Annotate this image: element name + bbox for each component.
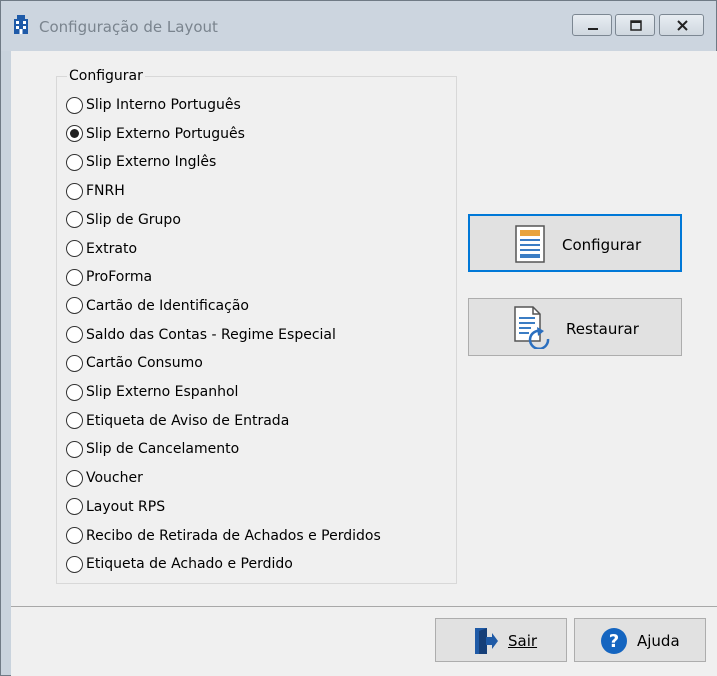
- minimize-icon: [588, 28, 598, 30]
- radio-option[interactable]: Slip Interno Português: [66, 93, 241, 117]
- radio-button[interactable]: [66, 125, 83, 143]
- group-title: Configurar: [67, 68, 145, 84]
- footer-divider: [11, 606, 717, 607]
- radio-label: Voucher: [86, 470, 143, 487]
- radio-option[interactable]: Etiqueta de Aviso de Entrada: [66, 409, 289, 433]
- radio-option[interactable]: Etiqueta de Achado e Perdido: [66, 552, 293, 576]
- radio-label: Cartão de Identificação: [86, 297, 249, 314]
- radio-option[interactable]: ProForma: [66, 265, 152, 289]
- exit-door-icon: [475, 628, 498, 654]
- radio-label: Etiqueta de Achado e Perdido: [86, 556, 293, 573]
- svg-text:?: ?: [609, 631, 619, 652]
- radio-option[interactable]: Slip de Cancelamento: [66, 437, 239, 461]
- help-button-label: Ajuda: [637, 632, 680, 650]
- radio-button[interactable]: [66, 268, 83, 286]
- document-restore-icon: [514, 306, 550, 349]
- radio-button[interactable]: [66, 240, 83, 257]
- radio-label: Slip Externo Português: [86, 125, 245, 142]
- radio-label: Slip Externo Espanhol: [86, 384, 239, 400]
- configure-button[interactable]: Configurar: [468, 214, 682, 272]
- restore-button[interactable]: Restaurar: [468, 298, 682, 356]
- radio-button[interactable]: [66, 211, 83, 229]
- exit-button-label: Sair: [508, 632, 538, 650]
- exit-button[interactable]: Sair: [435, 618, 567, 662]
- radio-option[interactable]: Saldo das Contas - Regime Especial: [66, 323, 336, 347]
- radio-option[interactable]: Layout RPS: [66, 495, 165, 519]
- configuracao-layout-window: Configuração de Layout Configurar Slip I…: [0, 0, 717, 676]
- maximize-icon: [630, 20, 642, 31]
- radio-label: Extrato: [86, 240, 138, 257]
- minimize-button[interactable]: [572, 14, 612, 36]
- close-icon: [677, 20, 688, 31]
- radio-option[interactable]: Voucher: [66, 466, 143, 490]
- radio-option[interactable]: Slip Externo Espanhol: [66, 380, 238, 404]
- radio-option[interactable]: Slip Externo Inglês: [66, 150, 216, 174]
- radio-option[interactable]: Slip Externo Português: [66, 122, 245, 146]
- radio-label: Etiqueta de Aviso de Entrada: [86, 412, 290, 429]
- radio-button[interactable]: [66, 412, 83, 430]
- radio-button[interactable]: [66, 182, 83, 200]
- radio-option[interactable]: Slip de Grupo: [66, 208, 181, 232]
- radio-label: Slip Interno Português: [86, 97, 241, 113]
- dialog-client-area: Configurar Slip Interno Português Slip Ex…: [11, 51, 717, 676]
- radio-button[interactable]: [66, 555, 83, 573]
- radio-button[interactable]: [66, 326, 83, 344]
- maximize-button[interactable]: [615, 14, 655, 36]
- radio-option[interactable]: Cartão Consumo: [66, 351, 203, 375]
- radio-option[interactable]: Cartão de Identificação: [66, 294, 249, 318]
- building-app-icon: [14, 15, 28, 34]
- radio-button[interactable]: [66, 297, 83, 315]
- title-bar[interactable]: Configuração de Layout: [1, 1, 716, 51]
- radio-button[interactable]: [66, 153, 83, 171]
- window-title: Configuração de Layout: [39, 18, 218, 36]
- radio-label: Layout RPS: [86, 498, 166, 515]
- document-layout-icon: [515, 225, 545, 263]
- radio-label: Recibo de Retirada de Achados e Perdidos: [86, 527, 381, 544]
- radio-label: Slip de Cancelamento: [86, 441, 240, 458]
- radio-label: Slip Externo Inglês: [86, 154, 217, 171]
- radio-button[interactable]: [66, 96, 83, 114]
- configure-button-label: Configurar: [562, 236, 642, 254]
- radio-button[interactable]: [66, 469, 83, 487]
- configurar-groupbox: Configurar Slip Interno Português Slip Ex…: [56, 68, 457, 584]
- restore-button-label: Restaurar: [566, 320, 639, 338]
- radio-label: ProForma: [86, 269, 153, 286]
- radio-button[interactable]: [66, 440, 83, 458]
- radio-button[interactable]: [66, 527, 83, 544]
- radio-option[interactable]: FNRH: [66, 179, 125, 203]
- radio-label: FNRH: [86, 183, 125, 200]
- help-question-icon: ?: [601, 628, 627, 654]
- radio-label: Cartão Consumo: [86, 355, 203, 372]
- radio-label: Slip de Grupo: [86, 211, 181, 228]
- radio-button[interactable]: [66, 383, 83, 401]
- radio-button[interactable]: [66, 354, 83, 372]
- close-button[interactable]: [659, 14, 704, 36]
- radio-button[interactable]: [66, 498, 83, 516]
- help-button[interactable]: ? Ajuda: [574, 618, 706, 662]
- radio-option[interactable]: Recibo de Retirada de Achados e Perdidos: [66, 524, 381, 548]
- radio-label: Saldo das Contas - Regime Especial: [86, 326, 336, 343]
- radio-option[interactable]: Extrato: [66, 237, 137, 261]
